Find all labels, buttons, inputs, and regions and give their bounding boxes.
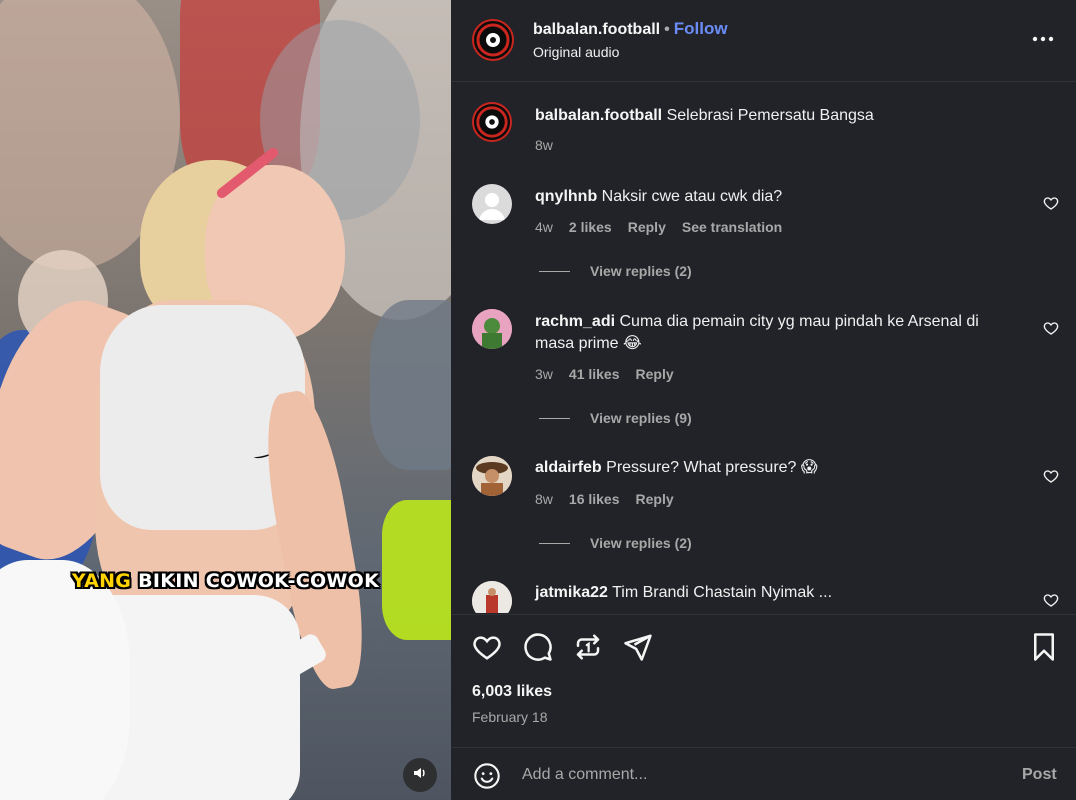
caption-meta: 8w [535,137,569,153]
comment-icon [523,633,553,666]
mute-button[interactable] [403,758,437,792]
comment-like-button[interactable] [1043,468,1059,484]
comment-username[interactable]: aldairfeb [535,459,602,476]
reel-video[interactable]: YANG BIKIN COWOK-COWOK [0,0,451,800]
caption-text: Selebrasi Pemersatu Bangsa [666,107,874,124]
replies-divider [539,417,570,419]
replies-divider [539,270,570,272]
comment-likes[interactable]: 16 likes [569,491,620,507]
post-header: balbalan.football • Follow Original audio [451,0,1076,82]
view-replies-button[interactable]: View replies (2) [539,263,692,279]
separator-dot: • [664,21,670,38]
comment-meta: 3w 41 likes Reply [535,366,690,382]
comment-username[interactable]: rachm_adi [535,313,615,330]
see-translation-button[interactable]: See translation [682,219,782,235]
audio-label[interactable]: Original audio [533,44,619,60]
action-bar: 6,003 likes February 18 Post [451,614,1076,800]
save-icon [1029,633,1059,666]
header-username-row: balbalan.football • Follow [533,19,728,39]
post-button[interactable]: Post [1022,766,1057,784]
view-replies-button[interactable]: View replies (2) [539,535,692,551]
comment-text: Pressure? What pressure? 😱 [606,459,818,476]
repost-icon [573,634,603,666]
avatar[interactable] [472,184,512,224]
comment-text-row: jatmika22 Tim Brandi Chastain Nyimak ... [535,582,1015,604]
caption-username[interactable]: balbalan.football [535,107,662,124]
comment-likes[interactable]: 2 likes [569,219,612,235]
save-button[interactable] [1029,632,1059,662]
comment-likes[interactable]: 41 likes [569,366,620,382]
comment-like-button[interactable] [1043,592,1059,608]
comment-time: 3w [535,366,553,382]
avatar[interactable] [472,309,512,349]
reply-button[interactable]: Reply [636,491,674,507]
comment-text: Naksir cwe atau cwk dia? [601,188,783,205]
caption-text-row: balbalan.football Selebrasi Pemersatu Ba… [535,105,1015,127]
comment-meta: 8w 16 likes Reply [535,491,690,507]
comment-like-button[interactable] [1043,320,1059,336]
comment-text-row: rachm_adi Cuma dia pemain city yg mau pi… [535,311,1015,355]
speaker-icon [412,765,428,786]
post-date[interactable]: February 18 [472,709,547,725]
smiley-icon [473,763,501,794]
header-username[interactable]: balbalan.football [533,21,660,38]
comment-meta: 4w 2 likes Reply See translation [535,219,798,235]
comment-username[interactable]: jatmika22 [535,584,608,601]
video-caption: YANG BIKIN COWOK-COWOK [71,570,380,592]
add-comment-bar: Post [451,747,1076,800]
view-replies-button[interactable]: View replies (9) [539,410,692,426]
share-icon [623,634,653,666]
view-replies-label: View replies (2) [590,263,692,279]
avatar[interactable] [472,19,514,61]
follow-button[interactable]: Follow [674,19,728,38]
view-replies-label: View replies (9) [590,410,692,426]
reply-button[interactable]: Reply [628,219,666,235]
comment-input[interactable] [522,762,1002,788]
heart-icon [472,636,502,666]
comment-text-row: aldairfeb Pressure? What pressure? 😱 [535,457,1015,479]
comment-list[interactable]: balbalan.football Selebrasi Pemersatu Ba… [451,83,1076,613]
comment-text: Tim Brandi Chastain Nyimak ... [612,584,833,601]
comment-time: 4w [535,219,553,235]
heart-icon [1043,594,1059,612]
share-button[interactable] [623,632,653,662]
caption-time: 8w [535,137,553,153]
repost-button[interactable] [573,632,603,662]
more-dots-icon [1030,36,1056,56]
teammate-shape [0,560,130,800]
avatar[interactable] [472,581,512,613]
heart-icon [1043,322,1059,340]
comment-username[interactable]: qnylhnb [535,188,597,205]
spectator-shape [370,300,451,470]
more-options-button[interactable] [1030,26,1056,52]
heart-icon [1043,470,1059,488]
emoji-button[interactable] [473,762,501,790]
comment-like-button[interactable] [1043,195,1059,211]
like-button[interactable] [472,632,502,662]
reply-button[interactable]: Reply [636,366,674,382]
like-count[interactable]: 6,003 likes [472,683,552,701]
post-panel: balbalan.football • Follow Original audio … [451,0,1076,800]
comment-time: 8w [535,491,553,507]
view-replies-label: View replies (2) [590,535,692,551]
comment-text-row: qnylhnb Naksir cwe atau cwk dia? [535,186,1015,208]
replies-divider [539,542,570,544]
avatar[interactable] [472,456,512,496]
heart-icon [1043,197,1059,215]
avatar[interactable] [472,102,512,142]
comment-button[interactable] [523,632,553,662]
